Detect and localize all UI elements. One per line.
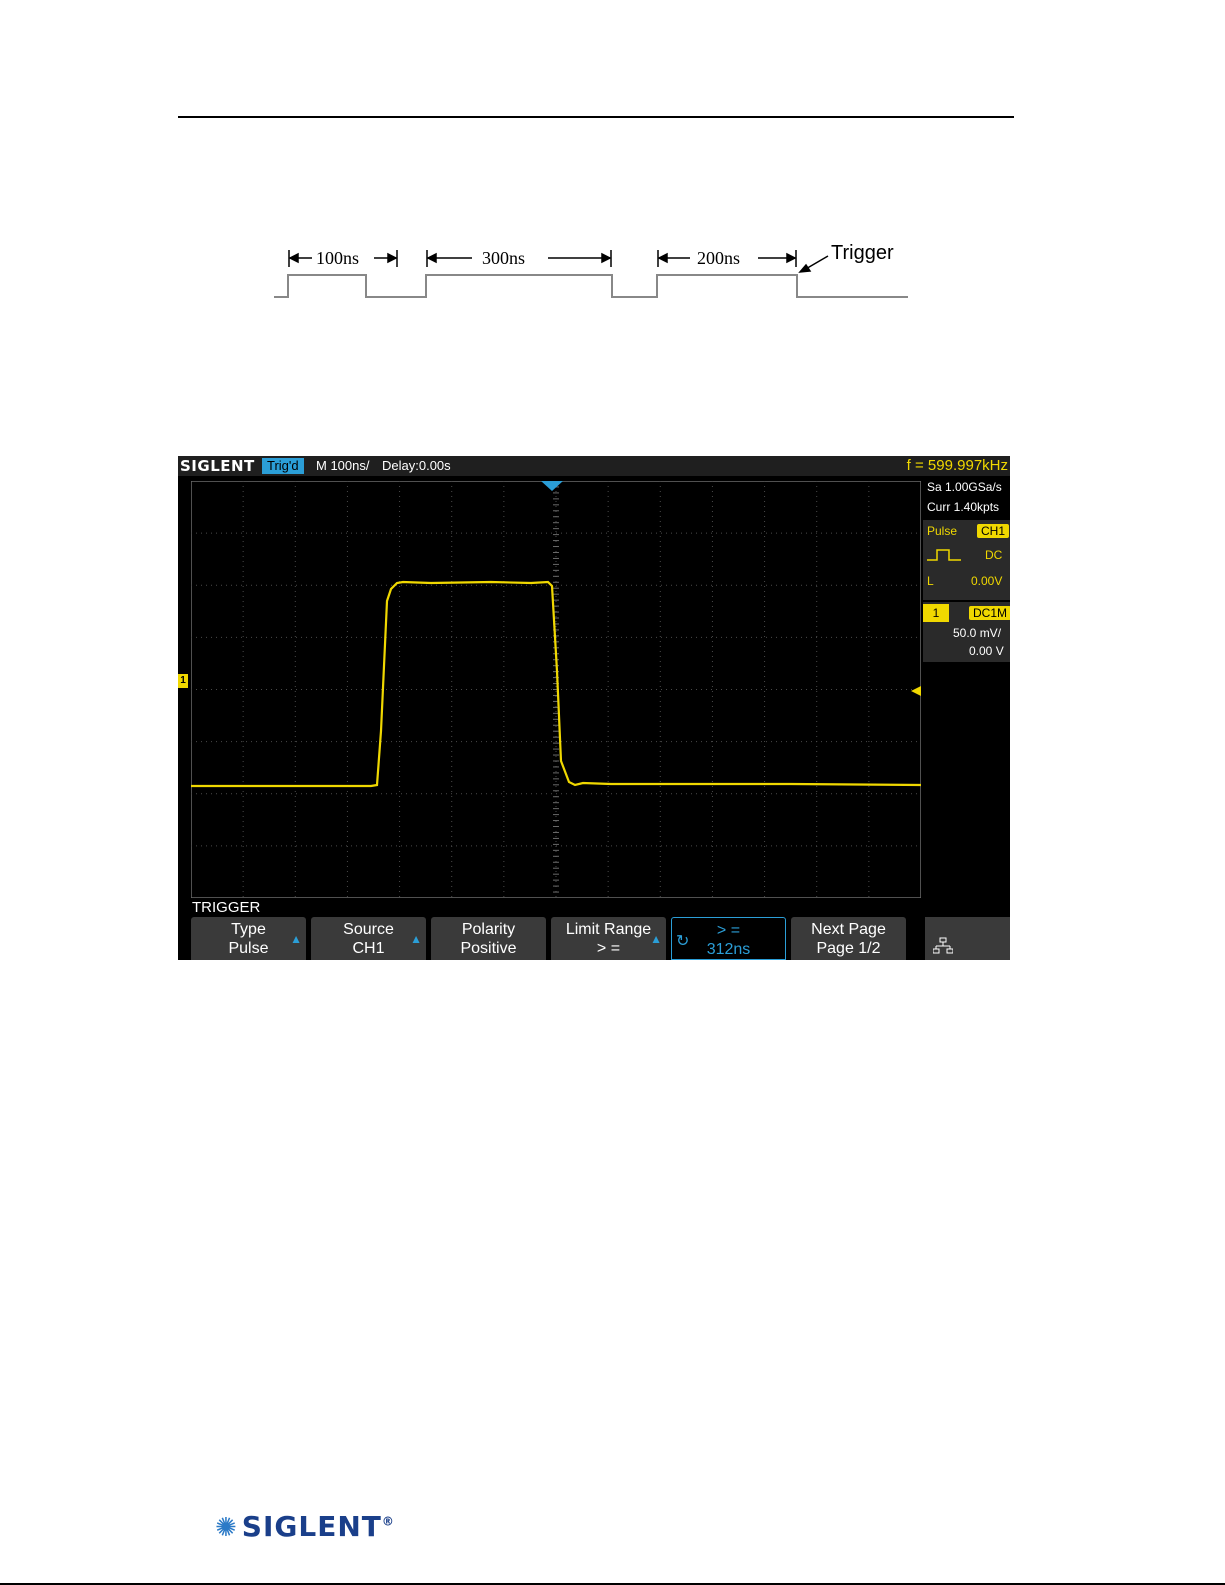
- network-button[interactable]: [925, 917, 1010, 960]
- channel-number: 1: [923, 604, 949, 622]
- softkey-polarity[interactable]: Polarity Positive: [431, 917, 546, 960]
- timebase-readout[interactable]: M 100ns/: [316, 456, 369, 476]
- trigger-type: Pulse: [927, 524, 958, 538]
- footer-brand-logo: ✺ SIGLENT®: [215, 1510, 395, 1543]
- oscilloscope-screen: SIGLENT Trig'd M 100ns/ Delay:0.00s f = …: [178, 456, 1010, 960]
- memory-depth: Curr 1.40kpts: [927, 500, 1000, 514]
- pulse-width-diagram: 100ns 300ns 200ns Trigger: [274, 242, 908, 298]
- softkey-limit-range[interactable]: Limit Range > = ▲: [551, 917, 666, 960]
- waveform-grid[interactable]: [191, 481, 921, 898]
- trigger-info-box[interactable]: Pulse CH1 DC L 0.00V: [923, 520, 1010, 600]
- channel-coupling: DC1M: [969, 606, 1010, 620]
- trigger-level-value: 0.00V: [971, 574, 1003, 588]
- frequency-readout: f = 599.997kHz: [906, 457, 1008, 474]
- softkey-type[interactable]: Type Pulse ▲: [191, 917, 306, 960]
- header-rule: [178, 116, 1014, 118]
- softkey-width-value[interactable]: > = 312ns ↻: [671, 917, 786, 960]
- channel-offset: 0.00 V: [969, 644, 1004, 658]
- width-label-2: 300ns: [482, 248, 525, 268]
- brand-logo: SIGLENT: [180, 457, 255, 475]
- status-bar: SIGLENT Trig'd M 100ns/ Delay:0.00s f = …: [178, 456, 1010, 476]
- trigger-source: CH1: [977, 524, 1010, 538]
- width-label-1: 100ns: [316, 248, 359, 268]
- trigger-coupling: DC: [985, 548, 1003, 562]
- siglent-swirl-icon: ✺: [215, 1513, 238, 1543]
- network-icon: [933, 937, 953, 954]
- volts-per-div: 50.0 mV/: [953, 626, 1002, 640]
- side-info-panel: Sa 1.00GSa/s Curr 1.40kpts Pulse CH1 DC …: [923, 476, 1010, 896]
- arrow-up-icon: ▲: [410, 932, 422, 946]
- menu-title: TRIGGER: [192, 899, 261, 916]
- channel-1-ground-marker[interactable]: 1: [178, 674, 188, 688]
- delay-readout[interactable]: Delay:0.00s: [382, 456, 451, 476]
- arrow-up-icon: ▲: [650, 932, 662, 946]
- trigger-status-badge: Trig'd: [262, 458, 304, 474]
- width-label-3: 200ns: [697, 248, 740, 268]
- softkey-source[interactable]: Source CH1 ▲: [311, 917, 426, 960]
- trigger-level-label: L: [927, 574, 934, 588]
- pulse-waveform: [274, 274, 908, 298]
- rotary-knob-icon: ↻: [676, 933, 690, 950]
- arrow-up-icon: ▲: [290, 932, 302, 946]
- softkey-next-page[interactable]: Next Page Page 1/2: [791, 917, 906, 960]
- softkey-bar: Type Pulse ▲ Source CH1 ▲ Polarity Posit…: [191, 917, 1010, 960]
- trigger-label: Trigger: [831, 242, 894, 264]
- sample-rate: Sa 1.00GSa/s: [927, 480, 1002, 494]
- pulse-polarity-icon: [927, 549, 961, 561]
- channel-1-info-box[interactable]: 1 DC1M 50.0 mV/ 0.00 V: [923, 602, 1010, 662]
